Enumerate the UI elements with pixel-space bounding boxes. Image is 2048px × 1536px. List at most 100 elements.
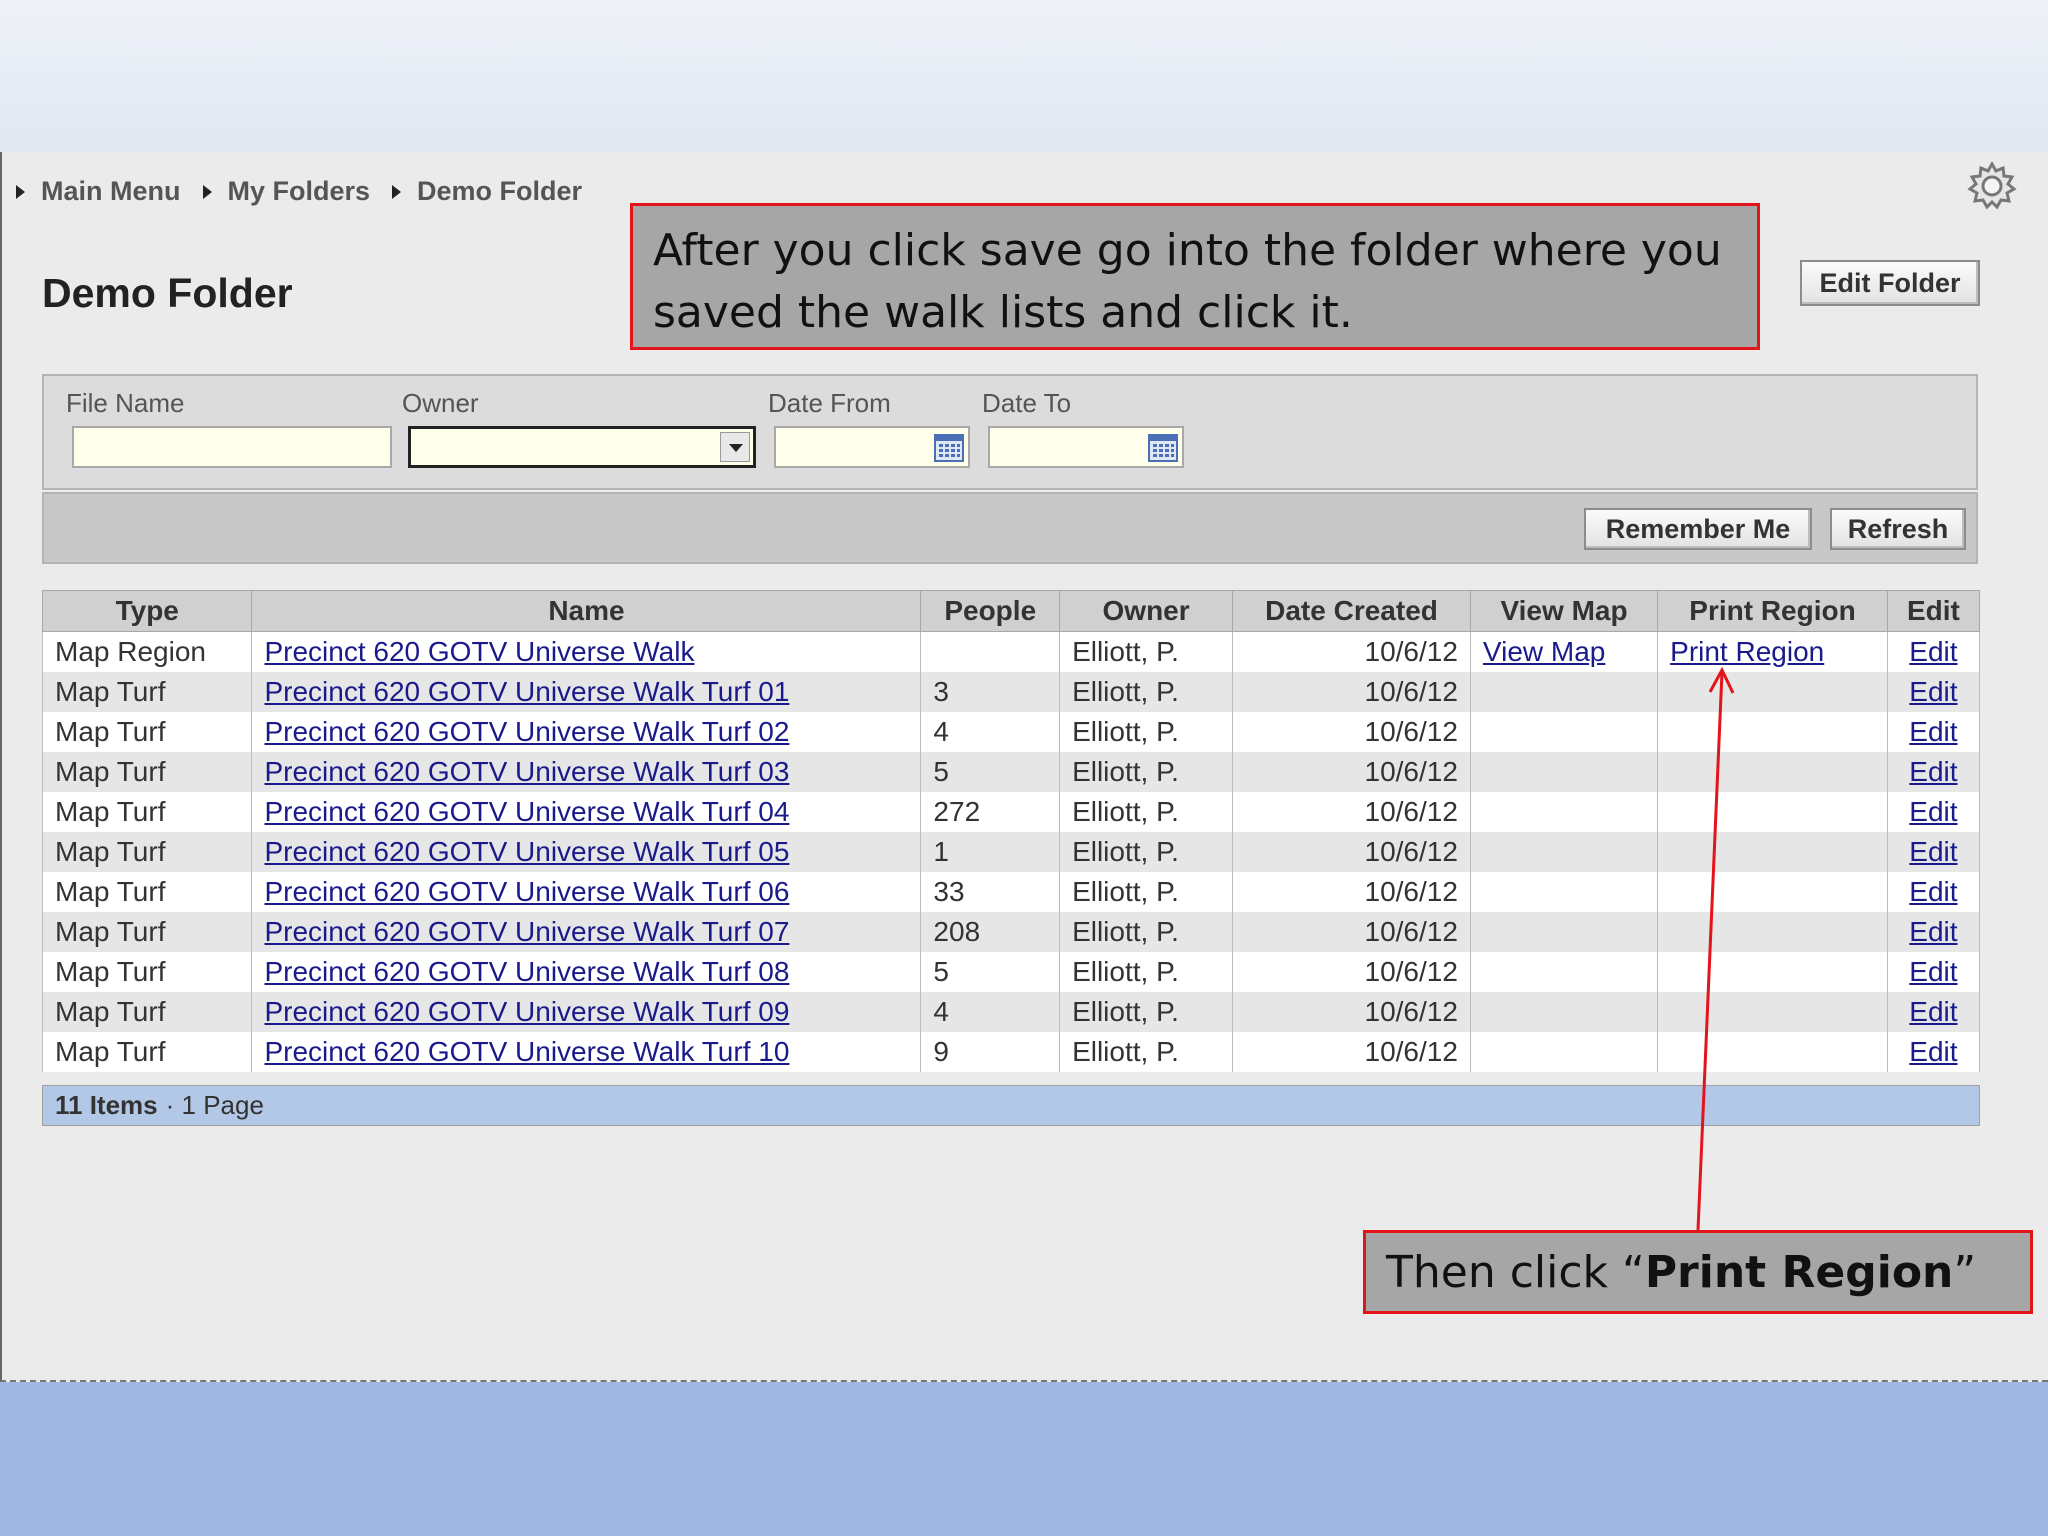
table-cell — [1469, 1032, 1659, 1072]
edit-link[interactable]: Edit — [1909, 636, 1957, 667]
cell-type: Map Turf — [55, 716, 166, 747]
table-cell: 10/6/12 — [1232, 992, 1471, 1032]
cell-name-link[interactable]: Precinct 620 GOTV Universe Walk Turf 03 — [264, 756, 789, 787]
cell-date-created: 10/6/12 — [1364, 676, 1458, 707]
table-cell: Elliott, P. — [1059, 792, 1234, 832]
edit-link[interactable]: Edit — [1909, 676, 1957, 707]
table-cell — [1657, 752, 1888, 792]
edit-link[interactable]: Edit — [1909, 916, 1957, 947]
edit-link[interactable]: Edit — [1909, 1036, 1957, 1067]
column-header-date-created[interactable]: Date Created — [1232, 590, 1471, 632]
cell-name-link[interactable]: Precinct 620 GOTV Universe Walk Turf 01 — [264, 676, 789, 707]
table-cell — [1657, 712, 1888, 752]
cell-date-created: 10/6/12 — [1364, 636, 1458, 667]
table-cell: Map Turf — [41, 752, 253, 792]
breadcrumb-demo-folder[interactable]: Demo Folder — [392, 176, 582, 207]
table-cell: Edit — [1886, 631, 1981, 672]
instruction-callout-2: Then click “Print Region” — [1363, 1230, 2033, 1314]
cell-people: 208 — [933, 916, 981, 947]
table-cell: Map Turf — [41, 872, 253, 912]
column-header-print-region: Print Region — [1657, 590, 1888, 632]
filter-panel: File Name Owner Date From Date To — [42, 374, 1978, 490]
table-cell: 4 — [920, 712, 1061, 752]
table-cell: 10/6/12 — [1232, 952, 1471, 992]
table-cell — [1469, 752, 1659, 792]
table-cell — [1657, 792, 1888, 832]
breadcrumb-my-folders[interactable]: My Folders — [202, 176, 371, 207]
table-cell: Edit — [1886, 832, 1981, 872]
cell-name-link[interactable]: Precinct 620 GOTV Universe Walk Turf 04 — [264, 796, 789, 827]
file-name-input[interactable] — [72, 426, 392, 468]
table-cell: 208 — [920, 912, 1061, 952]
table-row: Map Turf Precinct 620 GOTV Universe Walk … — [41, 1032, 1981, 1072]
owner-select[interactable] — [408, 426, 756, 468]
slide-bottom-band — [0, 1382, 2048, 1536]
cell-people: 9 — [933, 1036, 949, 1067]
breadcrumb-label: My Folders — [227, 176, 371, 206]
breadcrumb-main-menu[interactable]: Main Menu — [16, 176, 181, 207]
cell-owner: Elliott, P. — [1072, 956, 1179, 987]
cell-people: 5 — [933, 756, 949, 787]
date-from-input[interactable] — [774, 426, 970, 468]
edit-link[interactable]: Edit — [1909, 716, 1957, 747]
cell-owner: Elliott, P. — [1072, 756, 1179, 787]
remember-me-button[interactable]: Remember Me — [1584, 508, 1812, 550]
cell-people: 4 — [933, 716, 949, 747]
triangle-right-icon — [202, 184, 212, 199]
cell-date-created: 10/6/12 — [1364, 716, 1458, 747]
cell-name-link[interactable]: Precinct 620 GOTV Universe Walk Turf 08 — [264, 956, 789, 987]
table-row: Map Turf Precinct 620 GOTV Universe Walk … — [41, 912, 1981, 952]
column-header-people[interactable]: People — [920, 590, 1061, 632]
cell-owner: Elliott, P. — [1072, 676, 1179, 707]
cell-type: Map Turf — [55, 996, 166, 1027]
table-cell: 10/6/12 — [1232, 872, 1471, 912]
edit-folder-button[interactable]: Edit Folder — [1800, 260, 1980, 306]
print-region-link[interactable]: Print Region — [1670, 636, 1824, 667]
cell-type: Map Turf — [55, 836, 166, 867]
calendar-icon[interactable] — [934, 434, 964, 462]
edit-link[interactable]: Edit — [1909, 836, 1957, 867]
cell-name-link[interactable]: Precinct 620 GOTV Universe Walk Turf 09 — [264, 996, 789, 1027]
cell-name-link[interactable]: Precinct 620 GOTV Universe Walk Turf 06 — [264, 876, 789, 907]
refresh-button[interactable]: Refresh — [1830, 508, 1966, 550]
date-from-label: Date From — [768, 388, 891, 418]
table-cell — [1657, 872, 1888, 912]
callout-2-bold: Print Region — [1644, 1247, 1954, 1298]
table-cell: Edit — [1886, 792, 1981, 832]
table-cell: Map Turf — [41, 952, 253, 992]
column-header-type[interactable]: Type — [41, 590, 253, 632]
edit-link[interactable]: Edit — [1909, 876, 1957, 907]
table-cell: 4 — [920, 992, 1061, 1032]
table-cell — [1657, 1032, 1888, 1072]
cell-date-created: 10/6/12 — [1364, 876, 1458, 907]
table-cell: 272 — [920, 792, 1061, 832]
chevron-down-icon[interactable] — [720, 432, 750, 462]
calendar-icon[interactable] — [1148, 434, 1178, 462]
edit-link[interactable]: Edit — [1909, 956, 1957, 987]
cell-name-link[interactable]: Precinct 620 GOTV Universe Walk Turf 07 — [264, 916, 789, 947]
cell-name-link[interactable]: Precinct 620 GOTV Universe Walk — [264, 636, 694, 667]
table-row: Map Turf Precinct 620 GOTV Universe Walk … — [41, 832, 1981, 872]
table-cell — [1469, 832, 1659, 872]
table-cell: Precinct 620 GOTV Universe Walk Turf 09 — [251, 992, 922, 1032]
column-header-owner[interactable]: Owner — [1059, 590, 1234, 632]
table-row: Map Turf Precinct 620 GOTV Universe Walk … — [41, 952, 1981, 992]
view-map-link[interactable]: View Map — [1483, 636, 1605, 667]
cell-people: 3 — [933, 676, 949, 707]
table-cell: 5 — [920, 752, 1061, 792]
cell-people: 1 — [933, 836, 949, 867]
date-to-input[interactable] — [988, 426, 1184, 468]
cell-name-link[interactable]: Precinct 620 GOTV Universe Walk Turf 05 — [264, 836, 789, 867]
column-header-name[interactable]: Name — [251, 590, 922, 632]
edit-link[interactable]: Edit — [1909, 996, 1957, 1027]
breadcrumb-label: Main Menu — [41, 176, 181, 206]
edit-link[interactable]: Edit — [1909, 796, 1957, 827]
cell-name-link[interactable]: Precinct 620 GOTV Universe Walk Turf 10 — [264, 1036, 789, 1067]
edit-link[interactable]: Edit — [1909, 756, 1957, 787]
page-title: Demo Folder — [42, 270, 293, 316]
gear-icon[interactable] — [1966, 160, 2018, 212]
triangle-right-icon — [16, 184, 25, 199]
table-cell: Elliott, P. — [1059, 672, 1234, 712]
cell-date-created: 10/6/12 — [1364, 916, 1458, 947]
cell-name-link[interactable]: Precinct 620 GOTV Universe Walk Turf 02 — [264, 716, 789, 747]
